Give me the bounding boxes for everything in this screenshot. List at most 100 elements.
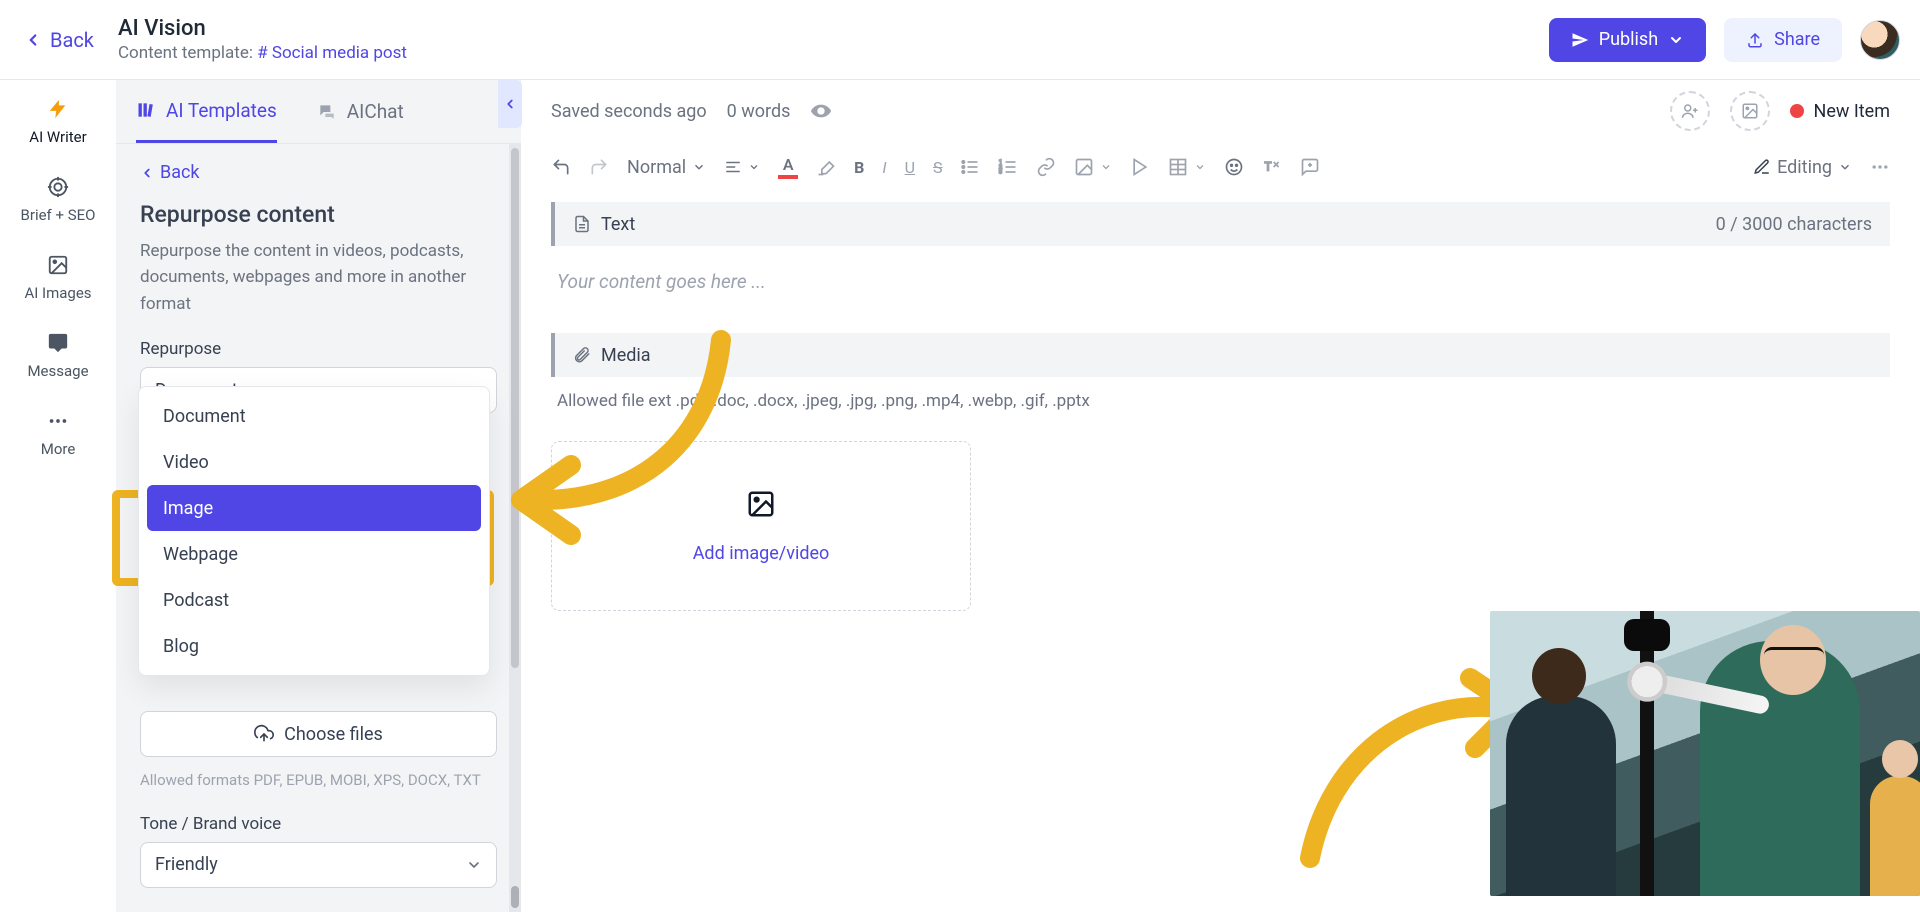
page-title: AI Vision (118, 16, 407, 41)
highlight-icon[interactable] (816, 157, 836, 177)
publish-button[interactable]: Publish (1549, 18, 1706, 62)
nav-label: More (41, 440, 76, 458)
send-icon (1571, 31, 1589, 49)
share-button[interactable]: Share (1724, 18, 1842, 62)
collapse-handle[interactable] (498, 80, 522, 128)
insert-image-select[interactable] (1074, 157, 1112, 177)
option-podcast[interactable]: Podcast (147, 577, 481, 623)
media-block-header: Media (551, 333, 1890, 377)
panel-back-label: Back (160, 162, 200, 183)
option-video[interactable]: Video (147, 439, 481, 485)
link-icon[interactable] (1036, 157, 1056, 177)
back-link[interactable]: Back (24, 28, 94, 52)
repurpose-label: Repurpose (140, 339, 497, 359)
back-label: Back (50, 28, 94, 52)
editor-area: Saved seconds ago 0 words New Item (521, 80, 1920, 912)
tab-ai-templates[interactable]: AI Templates (136, 80, 277, 143)
strike-icon[interactable]: S (933, 158, 943, 177)
choose-files-label: Choose files (284, 724, 383, 745)
sidepanel-scrollbar[interactable] (509, 144, 521, 912)
status-badge[interactable]: New Item (1790, 101, 1891, 122)
tone-label: Tone / Brand voice (140, 814, 497, 834)
video-icon[interactable] (1130, 157, 1150, 177)
style-select[interactable]: Normal (627, 157, 706, 178)
media-dropzone[interactable]: Add image/video (551, 441, 971, 611)
panel-back[interactable]: Back (140, 162, 497, 183)
publish-label: Publish (1599, 29, 1658, 50)
editor-toolbar: Normal A B I U S 123 T (521, 142, 1920, 192)
nav-label: Brief + SEO (21, 206, 96, 224)
style-label: Normal (627, 157, 686, 178)
formats-hint: Allowed formats PDF, EPUB, MOBI, XPS, DO… (140, 769, 497, 792)
clear-format-icon[interactable]: T (1262, 157, 1282, 177)
mode-label: Editing (1777, 157, 1832, 178)
status-dot-icon (1790, 104, 1804, 118)
tone-value: Friendly (155, 854, 218, 875)
saved-label: Saved seconds ago (551, 101, 707, 122)
image-icon (746, 489, 776, 519)
tab-label: AIChat (347, 100, 404, 123)
chat-icon (47, 332, 69, 354)
option-document[interactable]: Document (147, 393, 481, 439)
numbered-list-icon[interactable]: 123 (998, 157, 1018, 177)
allowed-extensions: Allowed file ext .pdf, .doc, .docx, .jpe… (551, 377, 1890, 441)
tab-ai-chat[interactable]: AIChat (317, 80, 404, 143)
upload-icon (1746, 31, 1764, 49)
nav-more[interactable]: More (41, 410, 76, 458)
option-webpage[interactable]: Webpage (147, 531, 481, 577)
repurpose-dropdown: Document Video Image Webpage Podcast Blo… (138, 386, 490, 676)
tone-select[interactable]: Friendly (140, 842, 497, 888)
add-media-label: Add image/video (693, 543, 830, 564)
bolt-icon (47, 98, 69, 120)
status-label: New Item (1814, 101, 1891, 122)
nav-ai-writer[interactable]: AI Writer (29, 98, 86, 146)
undo-icon[interactable] (551, 157, 571, 177)
mode-select[interactable]: Editing (1753, 157, 1852, 178)
svg-text:3: 3 (999, 170, 1002, 176)
add-image-placeholder[interactable] (1730, 91, 1770, 131)
align-select[interactable] (724, 158, 760, 176)
emoji-icon[interactable] (1224, 157, 1244, 177)
char-counter: 0 / 3000 characters (1716, 214, 1872, 235)
media-block-label: Media (601, 345, 651, 366)
bullet-list-icon[interactable] (960, 157, 980, 177)
avatar[interactable] (1860, 20, 1900, 60)
left-nav: AI Writer Brief + SEO AI Images Message … (0, 80, 116, 912)
panel-title: Repurpose content (140, 201, 497, 228)
template-link[interactable]: # Social media post (257, 43, 407, 63)
nav-label: AI Images (24, 284, 91, 302)
nav-label: Message (27, 362, 88, 380)
table-select[interactable] (1168, 157, 1206, 177)
nav-brief-seo[interactable]: Brief + SEO (21, 176, 96, 224)
underline-icon[interactable]: U (905, 158, 915, 177)
books-icon (136, 100, 156, 120)
comment-icon[interactable] (1300, 157, 1320, 177)
option-image[interactable]: Image (147, 485, 481, 531)
thumbnail-image (1490, 611, 1920, 896)
eye-icon[interactable] (810, 100, 832, 122)
text-block-label: Text (601, 214, 635, 235)
chevron-left-icon (24, 31, 42, 49)
template-label: Content template: (118, 43, 253, 63)
add-user-placeholder[interactable] (1670, 91, 1710, 131)
option-blog[interactable]: Blog (147, 623, 481, 669)
side-panel: AI Templates AIChat Back Repurpose conte… (116, 80, 521, 912)
chevron-down-icon (1668, 32, 1684, 48)
italic-icon[interactable]: I (882, 158, 886, 177)
svg-text:T: T (1265, 159, 1272, 173)
chevron-down-icon (466, 857, 482, 873)
chat-bubbles-icon (317, 102, 337, 122)
text-input[interactable]: Your content goes here ... (551, 246, 1890, 333)
text-block-header: Text 0 / 3000 characters (551, 202, 1890, 246)
word-count: 0 words (727, 101, 791, 122)
dots-icon (47, 410, 69, 432)
font-color-button[interactable]: A (778, 155, 798, 179)
bold-icon[interactable]: B (854, 158, 864, 177)
redo-icon[interactable] (589, 157, 609, 177)
cloud-upload-icon (254, 724, 274, 744)
choose-files-button[interactable]: Choose files (140, 711, 497, 757)
tab-label: AI Templates (166, 99, 277, 122)
nav-ai-images[interactable]: AI Images (24, 254, 91, 302)
more-icon[interactable] (1870, 157, 1890, 177)
nav-message[interactable]: Message (27, 332, 88, 380)
